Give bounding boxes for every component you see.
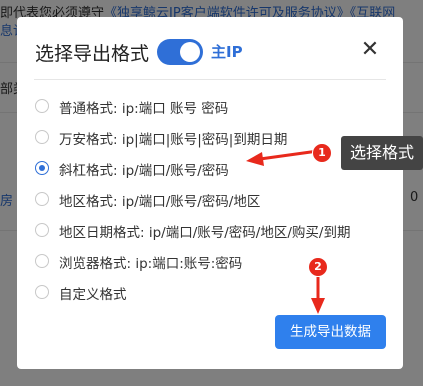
option-label: 普通格式: ip:端口 账号 密码 [59,101,229,117]
radio-button-selected[interactable] [35,161,49,175]
format-option-custom[interactable]: 自定义格式 [35,283,375,303]
radio-button[interactable] [35,99,49,113]
export-format-dialog: 选择导出格式 主IP ✕ 普通格式: ip:端口 账号 密码 万安格式: ip|… [17,17,403,369]
format-option-region[interactable]: 地区格式: ip/端口/账号/密码/地区 [35,190,375,210]
main-ip-toggle[interactable] [157,39,203,65]
main-ip-label: 主IP [211,43,243,61]
option-label: 浏览器格式: ip:端口:账号:密码 [59,256,243,272]
radio-button[interactable] [35,192,49,206]
radio-button[interactable] [35,223,49,237]
radio-button[interactable] [35,130,49,144]
option-label: 斜杠格式: ip/端口/账号/密码 [59,163,229,179]
option-label: 地区日期格式: ip/端口/账号/密码/地区/购买/到期 [59,225,351,241]
format-option-region-date[interactable]: 地区日期格式: ip/端口/账号/密码/地区/购买/到期 [35,221,375,241]
step-badge-1: 1 [312,143,332,163]
radio-button[interactable] [35,254,49,268]
option-label: 万安格式: ip|端口|账号|密码|到期日期 [59,132,288,148]
toggle-knob [180,42,200,62]
option-label: 地区格式: ip/端口/账号/密码/地区 [59,194,261,210]
dialog-title: 选择导出格式 [35,43,150,65]
generate-export-button[interactable]: 生成导出数据 [275,315,386,349]
step-badge-2: 2 [308,257,328,277]
dialog-divider [34,79,386,80]
close-icon[interactable]: ✕ [357,35,383,65]
select-format-callout: 选择格式 [341,136,423,170]
format-option-normal[interactable]: 普通格式: ip:端口 账号 密码 [35,97,375,117]
option-label: 自定义格式 [59,287,127,303]
radio-button[interactable] [35,285,49,299]
